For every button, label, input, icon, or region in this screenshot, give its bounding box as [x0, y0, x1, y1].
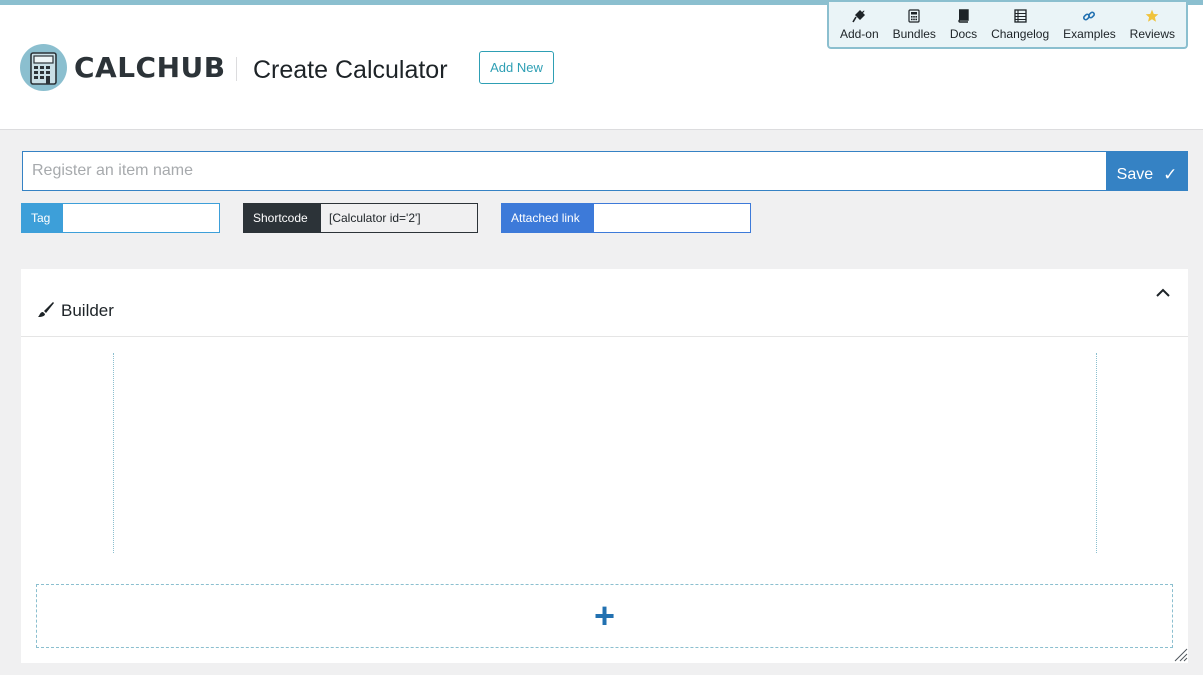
book-icon [957, 8, 970, 24]
menu-item-label: Examples [1063, 27, 1116, 41]
shortcode-value[interactable]: [Calculator id='2'] [320, 203, 478, 233]
top-menu: Add-on Bundles Docs Changelog Examples R… [827, 2, 1188, 49]
plug-icon [852, 8, 866, 24]
menu-item-label: Reviews [1129, 27, 1176, 41]
menu-item-examples[interactable]: Examples [1063, 2, 1116, 43]
builder-title: Builder [61, 301, 114, 320]
calculator-icon [908, 8, 920, 24]
menu-item-docs[interactable]: Docs [950, 2, 977, 43]
builder-drop-area[interactable] [113, 353, 1097, 553]
menu-item-label: Add-on [839, 27, 879, 41]
tag-field-group: Tag [21, 203, 220, 233]
menu-item-changelog[interactable]: Changelog [991, 2, 1049, 43]
attached-link-input[interactable] [593, 203, 751, 233]
paintbrush-icon [37, 301, 55, 324]
attached-link-label: Attached link [501, 203, 593, 233]
add-new-button[interactable]: Add New [479, 51, 554, 84]
shortcode-field-group: Shortcode [Calculator id='2'] [243, 203, 478, 233]
save-button[interactable]: Save ✓ [1106, 151, 1188, 191]
builder-header: Builder [21, 269, 1188, 337]
page-title: Create Calculator [253, 56, 448, 84]
resize-handle-icon[interactable] [1172, 646, 1188, 662]
menu-item-add-on[interactable]: Add-on [840, 2, 879, 43]
header-divider [236, 57, 237, 81]
menu-item-label: Changelog [991, 27, 1050, 41]
tag-label: Tag [21, 203, 62, 233]
menu-item-label: Docs [949, 27, 978, 41]
shortcode-label: Shortcode [243, 203, 320, 233]
tag-input[interactable] [62, 203, 220, 233]
save-button-label: Save [1116, 166, 1154, 183]
menu-item-reviews[interactable]: Reviews [1130, 2, 1175, 43]
chevron-up-icon[interactable] [1153, 283, 1173, 303]
attached-link-field-group: Attached link [501, 203, 751, 233]
item-name-input[interactable] [22, 151, 1107, 191]
menu-item-label: Bundles [892, 27, 936, 41]
check-icon: ✓ [1163, 165, 1178, 184]
add-field-zone[interactable]: + [36, 584, 1173, 648]
brand-name: CALCHUB [74, 51, 226, 84]
list-icon [1013, 8, 1027, 24]
plus-icon: + [593, 595, 616, 636]
builder-panel: Builder + [21, 269, 1188, 663]
star-icon [1145, 8, 1159, 24]
link-icon [1082, 8, 1096, 24]
calchub-logo-icon [20, 44, 67, 91]
menu-item-bundles[interactable]: Bundles [893, 2, 936, 43]
